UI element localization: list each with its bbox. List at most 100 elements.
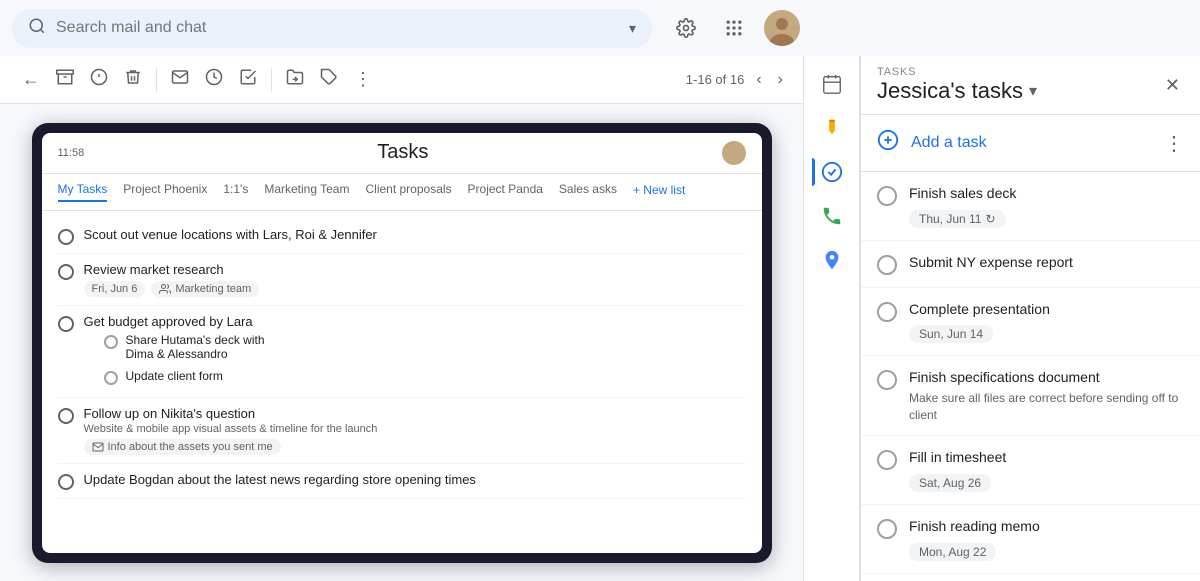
- task-title: Review market research: [84, 262, 746, 277]
- tasks-icon[interactable]: [812, 152, 852, 192]
- tablet-tab-sales[interactable]: Sales asks: [559, 182, 617, 202]
- task-circle[interactable]: [877, 450, 897, 470]
- search-dropdown-icon[interactable]: ▾: [629, 20, 636, 37]
- content-row: ←: [0, 56, 1200, 581]
- task-checkbox[interactable]: [58, 316, 74, 332]
- clock-icon[interactable]: [199, 62, 229, 97]
- maps-icon[interactable]: [812, 240, 852, 280]
- add-task-more-icon[interactable]: ⋮: [1164, 131, 1184, 156]
- tablet-tab-marketing[interactable]: Marketing Team: [264, 182, 349, 202]
- add-task-icon[interactable]: [233, 62, 263, 97]
- tablet-tab-my-tasks[interactable]: My Tasks: [58, 182, 108, 202]
- calendar-icon[interactable]: [812, 64, 852, 104]
- phone-icon[interactable]: [812, 196, 852, 236]
- list-item: Scout out venue locations with Lars, Roi…: [58, 219, 746, 254]
- task-circle[interactable]: [877, 370, 897, 390]
- top-bar: ▾: [0, 0, 1200, 56]
- subtask-item: Share Hutama's deck withDima & Alessandr…: [84, 329, 746, 365]
- list-item[interactable]: Finish sales deck Thu, Jun 11 ↻: [861, 172, 1200, 241]
- list-item: Get budget approved by Lara Share Hutama…: [58, 306, 746, 398]
- task-tags: Fri, Jun 6 Marketing team: [84, 281, 746, 297]
- task-title: Follow up on Nikita's question: [84, 406, 746, 421]
- search-container[interactable]: ▾: [12, 9, 652, 48]
- search-input[interactable]: [56, 19, 619, 37]
- user-avatar[interactable]: [764, 10, 800, 46]
- subtask-title: Update client form: [126, 369, 223, 383]
- tablet-area: 11:58 Tasks My Tasks Project Phoenix 1:1…: [0, 104, 803, 581]
- tablet-screen: 11:58 Tasks My Tasks Project Phoenix 1:1…: [42, 133, 762, 553]
- tablet-tab-panda[interactable]: Project Panda: [468, 182, 543, 202]
- list-item[interactable]: Finish specifications document Make sure…: [861, 356, 1200, 436]
- toolbar-divider-2: [271, 68, 272, 92]
- repeat-icon: ↻: [985, 212, 995, 226]
- task-title: Get budget approved by Lara: [84, 314, 746, 329]
- task-content: Get budget approved by Lara Share Hutama…: [84, 314, 746, 389]
- tablet-tab-client[interactable]: Client proposals: [365, 182, 451, 202]
- sidebar-title: Jessica's tasks ▾: [877, 78, 1037, 104]
- more-icon[interactable]: ⋮: [348, 63, 378, 96]
- task-checkbox[interactable]: [58, 474, 74, 490]
- side-icons-panel: [804, 56, 860, 581]
- task-content: Follow up on Nikita's question Website &…: [84, 406, 746, 455]
- sidebar-close-button[interactable]: ✕: [1161, 71, 1184, 100]
- tablet-header: 11:58 Tasks: [42, 133, 762, 174]
- pagination-prev[interactable]: ‹: [752, 67, 765, 93]
- task-checkbox[interactable]: [58, 229, 74, 245]
- pagination-next[interactable]: ›: [774, 67, 787, 93]
- list-item[interactable]: Fill in timesheet Sat, Aug 26: [861, 436, 1200, 505]
- gmail-panel: ←: [0, 56, 804, 581]
- add-task-row[interactable]: Add a task ⋮: [861, 115, 1200, 172]
- tablet-task-list: Scout out venue locations with Lars, Roi…: [42, 211, 762, 553]
- tasks-sidebar: TASKS Jessica's tasks ▾ ✕ Add a task ⋮: [860, 56, 1200, 581]
- task-circle[interactable]: [877, 519, 897, 539]
- tablet-tab-11s[interactable]: 1:1's: [223, 182, 248, 202]
- task-content: Finish specifications document Make sure…: [909, 368, 1184, 423]
- sidebar-title-text: Jessica's tasks: [877, 78, 1023, 104]
- sidebar-header: TASKS Jessica's tasks ▾ ✕: [861, 56, 1200, 115]
- archive-icon[interactable]: [50, 62, 80, 97]
- report-icon[interactable]: [84, 62, 114, 97]
- dropdown-icon[interactable]: ▾: [1029, 81, 1037, 101]
- task-circle[interactable]: [877, 186, 897, 206]
- subtask-checkbox[interactable]: [104, 335, 118, 349]
- task-note: Make sure all files are correct before s…: [909, 390, 1184, 424]
- task-circle[interactable]: [877, 302, 897, 322]
- task-date: Sun, Jun 14: [909, 325, 993, 343]
- list-item[interactable]: Finish reading memo Mon, Aug 22: [861, 505, 1200, 574]
- subtask-checkbox[interactable]: [104, 371, 118, 385]
- apps-button[interactable]: [716, 10, 752, 46]
- subtask-item: Update client form: [84, 365, 746, 389]
- task-content: Complete presentation Sun, Jun 14: [909, 300, 1184, 344]
- task-checkbox[interactable]: [58, 408, 74, 424]
- list-item[interactable]: Submit NY expense report: [861, 241, 1200, 288]
- date-tag: Fri, Jun 6: [84, 281, 146, 297]
- task-title: Finish sales deck: [909, 184, 1184, 204]
- task-note: Website & mobile app visual assets & tim…: [84, 423, 746, 435]
- sidebar-task-list: Finish sales deck Thu, Jun 11 ↻ Submit N…: [861, 172, 1200, 581]
- back-icon[interactable]: ←: [16, 63, 46, 96]
- top-bar-actions: [668, 10, 800, 46]
- task-title: Finish specifications document: [909, 368, 1184, 388]
- tablet-tab-phoenix[interactable]: Project Phoenix: [123, 182, 207, 202]
- task-circle[interactable]: [877, 255, 897, 275]
- sidebar-label: TASKS: [877, 66, 1037, 78]
- list-item[interactable]: Complete presentation Sun, Jun 14: [861, 288, 1200, 357]
- task-content: Fill in timesheet Sat, Aug 26: [909, 448, 1184, 492]
- tablet-tab-new[interactable]: + New list: [633, 182, 685, 202]
- search-icon: [28, 17, 46, 40]
- settings-button[interactable]: [668, 10, 704, 46]
- task-content: Submit NY expense report: [909, 253, 1184, 273]
- pagination-text: 1-16 of 16: [686, 72, 745, 87]
- label-icon[interactable]: [314, 62, 344, 97]
- task-title: Update Bogdan about the latest news rega…: [84, 472, 746, 487]
- email-tag: Info about the assets you sent me: [84, 439, 281, 455]
- keep-icon[interactable]: [812, 108, 852, 148]
- task-date: Mon, Aug 22: [909, 543, 996, 561]
- subtask-title: Share Hutama's deck withDima & Alessandr…: [126, 333, 265, 361]
- delete-icon[interactable]: [118, 62, 148, 97]
- add-task-check-icon: [877, 129, 899, 157]
- mail-icon[interactable]: [165, 62, 195, 97]
- task-checkbox[interactable]: [58, 264, 74, 280]
- sidebar-title-block: TASKS Jessica's tasks ▾: [877, 66, 1037, 104]
- move-to-icon[interactable]: [280, 62, 310, 97]
